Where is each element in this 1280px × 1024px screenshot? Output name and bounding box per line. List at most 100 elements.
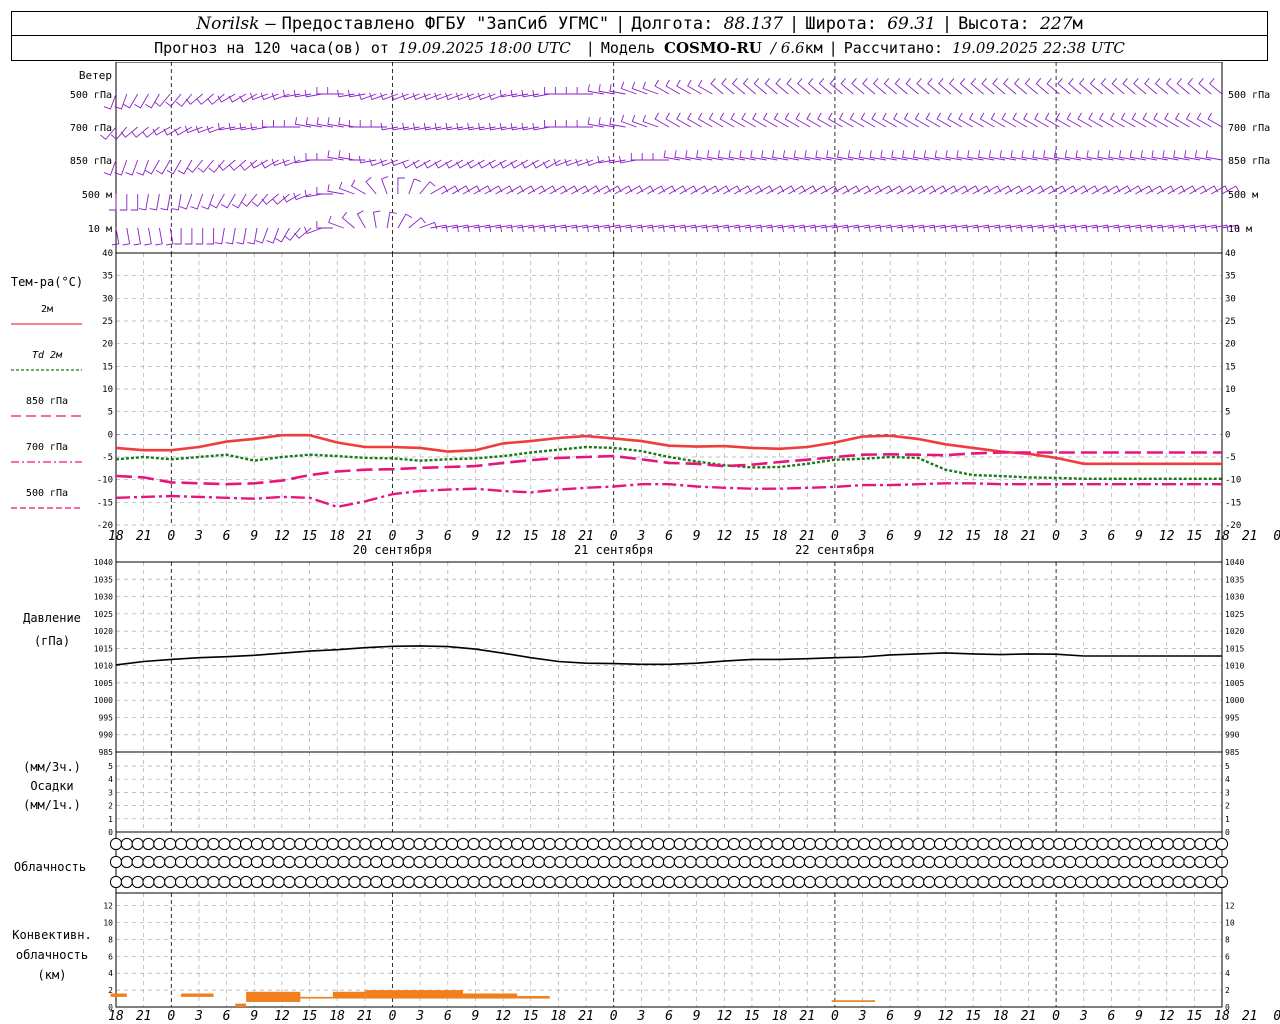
cloud-cover-symbol xyxy=(185,875,199,889)
cloud-cover-symbol xyxy=(836,855,849,869)
cloud-cover-symbol xyxy=(814,837,827,851)
wind-barb xyxy=(174,228,182,245)
temp-ytick-left: -15 xyxy=(97,498,113,508)
wind-barb xyxy=(690,185,709,195)
hour-label: 18 xyxy=(329,1009,345,1024)
wind-barb xyxy=(133,227,142,246)
wind-barb xyxy=(1003,78,1017,95)
cloud-cover-symbol xyxy=(793,837,806,851)
cloud-cover-symbol xyxy=(868,837,882,851)
cloud-cover-symbol xyxy=(706,875,719,889)
wind-barb xyxy=(214,227,225,245)
hour-label: 15 xyxy=(523,1009,539,1024)
cloud-cover-symbol xyxy=(576,875,589,889)
cloud-cover-symbol xyxy=(923,837,936,851)
wind-barb xyxy=(837,150,854,161)
wind-barb xyxy=(636,185,655,195)
wind-barb xyxy=(967,150,984,161)
cloud-cover-symbol xyxy=(608,837,621,851)
wind-barb xyxy=(1205,150,1223,161)
wind-barb xyxy=(576,120,594,128)
wind-barb xyxy=(1059,224,1077,233)
hour-label: 9 xyxy=(914,1009,922,1024)
cloud-cover-symbol xyxy=(652,837,665,851)
cloud-cover-symbol xyxy=(1096,855,1109,869)
precip-ytick-left: 4 xyxy=(108,775,113,784)
wind-barb xyxy=(423,122,442,131)
wind-barb xyxy=(125,159,139,176)
wind-barb xyxy=(1064,150,1082,161)
wind-barb xyxy=(228,122,247,131)
hour-label: 12 xyxy=(1159,1009,1175,1024)
altitude-unit: м xyxy=(1072,13,1083,34)
hour-label: 0 xyxy=(389,529,397,544)
cloud-cover-symbol xyxy=(337,855,350,869)
conv-ytick-left: 6 xyxy=(108,952,113,961)
cloud-cover-symbol xyxy=(1009,875,1023,889)
wind-barb xyxy=(641,153,659,161)
cloud-cover-symbol xyxy=(966,875,979,889)
cloud-cover-symbol xyxy=(326,855,339,869)
day-label: 20 сентября xyxy=(353,543,432,557)
precip-ytick-right: 5 xyxy=(1225,762,1230,771)
wind-barb xyxy=(467,122,485,131)
cloud-cover-symbol xyxy=(738,837,752,851)
cloud-cover-symbol xyxy=(793,875,806,889)
cloud-cover-symbol xyxy=(727,875,741,889)
wind-barb xyxy=(142,126,160,138)
temp-ytick-left: 5 xyxy=(108,408,113,418)
wind-barb xyxy=(477,159,496,169)
wind-barb xyxy=(972,224,991,233)
wind-barb xyxy=(478,122,496,131)
cloud-cover-symbol xyxy=(348,837,361,851)
wind-barb xyxy=(152,126,171,136)
cloud-cover-symbol xyxy=(923,855,936,869)
wind-barb xyxy=(938,78,952,95)
wind-barb xyxy=(1113,224,1131,233)
wind-barb xyxy=(777,224,795,233)
wind-barb xyxy=(110,126,128,140)
wind-barb xyxy=(842,224,860,233)
temp-ytick-left: -10 xyxy=(97,476,113,486)
cloud-cover-symbol xyxy=(814,855,827,869)
wind-barb xyxy=(1035,78,1049,95)
header-forecast-line: Прогноз на 120 часа(ов) от 19.09.2025 18… xyxy=(11,36,1268,61)
wind-barb xyxy=(1108,150,1125,161)
cloud-cover-symbol xyxy=(782,837,795,851)
wind-barb xyxy=(163,126,182,136)
cloud-cover-symbol xyxy=(988,875,1001,889)
pressure-ytick-left: 1000 xyxy=(94,696,113,705)
hour-label: 12 xyxy=(938,529,954,544)
wind-barb xyxy=(1026,224,1045,233)
hour-label: 12 xyxy=(274,529,290,544)
cloud-cover-symbol xyxy=(717,875,730,889)
wind-barb xyxy=(994,185,1013,195)
hour-label: 18 xyxy=(1214,1009,1230,1024)
wind-barb xyxy=(521,122,539,131)
wind-barb xyxy=(1080,224,1099,233)
wind-barb xyxy=(1207,112,1223,128)
wind-barb xyxy=(412,159,431,169)
cloud-cover-symbol xyxy=(283,837,296,851)
conv-ytick-left: 8 xyxy=(108,935,113,944)
wind-barb xyxy=(381,176,389,195)
wind-barb xyxy=(484,185,503,195)
cloud-cover-symbol xyxy=(424,875,437,889)
wind-barb xyxy=(728,150,745,161)
wind-barb xyxy=(961,224,980,233)
cloud-cover-symbol xyxy=(955,855,968,869)
temp-ytick-right: 0 xyxy=(1225,430,1230,440)
temp-ytick-right: 35 xyxy=(1225,272,1236,282)
hour-label: 21 xyxy=(1242,529,1258,544)
hour-label: 9 xyxy=(472,1009,480,1024)
cloud-cover-symbol xyxy=(1161,875,1174,889)
temp-ytick-left: 10 xyxy=(102,385,113,395)
hour-label: 21 xyxy=(1021,1009,1037,1024)
cloud-cover-symbol xyxy=(315,837,329,851)
cloud-cover-symbol xyxy=(749,837,762,851)
cloud-cover-symbol xyxy=(283,875,296,889)
cloud-cover-symbol xyxy=(879,855,892,869)
wind-barb xyxy=(521,89,539,98)
longitude-value: 88.137 xyxy=(723,13,784,34)
wind-barb xyxy=(266,227,280,244)
